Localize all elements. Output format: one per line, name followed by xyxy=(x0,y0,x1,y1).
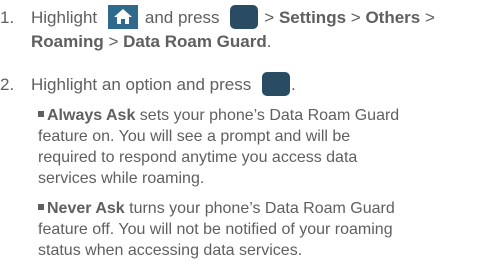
home-icon xyxy=(113,9,132,24)
menu-ok-key-icon xyxy=(261,72,290,96)
step-1-number: 1. xyxy=(0,8,15,27)
instruction-page: 1. Highlight and press > Settings > Other… xyxy=(0,0,486,271)
bullet-2-line-1-rest: turns your phone’s Data Roam Guard xyxy=(124,200,395,217)
bullet-1-line-1: Always Ask sets your phone’s Data Roam G… xyxy=(38,105,483,126)
bullet-2-term: Never Ask xyxy=(47,200,125,217)
bullet-1-term: Always Ask xyxy=(47,107,136,124)
bullet-1-line-4: services while roaming. xyxy=(38,170,205,187)
step-1-others: Others xyxy=(365,8,421,27)
step-1-sep-1: > xyxy=(264,8,275,27)
bullet-1-line-1-rest: sets your phone’s Data Roam Guard xyxy=(135,107,400,124)
bullet-always-ask: Always Ask sets your phone’s Data Roam G… xyxy=(38,105,483,189)
bullet-2-line-1: Never Ask turns your phone’s Data Roam G… xyxy=(38,198,483,219)
step-1-line-1: 1. Highlight and press > Settings > Other… xyxy=(0,5,435,29)
bullet-1-line-3: required to respond anytime you access d… xyxy=(38,149,358,166)
step-1-data-roam-guard: Data Roam Guard xyxy=(123,32,267,51)
step-2-number: 2. xyxy=(0,75,15,94)
step-1-roaming: Roaming xyxy=(31,32,104,51)
step-2-line: 2. Highlight an option and press . xyxy=(0,72,296,96)
bullet-2-line-3: status when accessing data services. xyxy=(38,242,303,259)
bullet-never-ask: Never Ask turns your phone’s Data Roam G… xyxy=(38,198,483,261)
home-key-icon xyxy=(107,5,138,29)
bullet-1-line-2: feature on. You will see a prompt and wi… xyxy=(38,128,351,145)
step-1-highlight-text: Highlight xyxy=(31,8,98,27)
step-1-end-period: . xyxy=(266,32,272,51)
step-2-text: Highlight an option and press xyxy=(31,75,252,94)
step-1-settings: Settings xyxy=(278,8,347,27)
bullet-2-line-2: feature off. You will not be notified of… xyxy=(38,221,393,238)
bullet-square-icon xyxy=(38,204,44,210)
step-1-sep-2: > xyxy=(350,8,361,27)
step-1-sep-3: > xyxy=(424,8,435,27)
bullet-square-icon xyxy=(38,111,44,117)
step-1-sep-4: > xyxy=(108,32,119,51)
menu-ok-key-icon xyxy=(230,5,259,29)
step-1-and-press-text: and press xyxy=(144,8,220,27)
step-2-end-period: . xyxy=(290,75,296,94)
step-1-line-2: Roaming > Data Roam Guard. xyxy=(31,31,271,53)
